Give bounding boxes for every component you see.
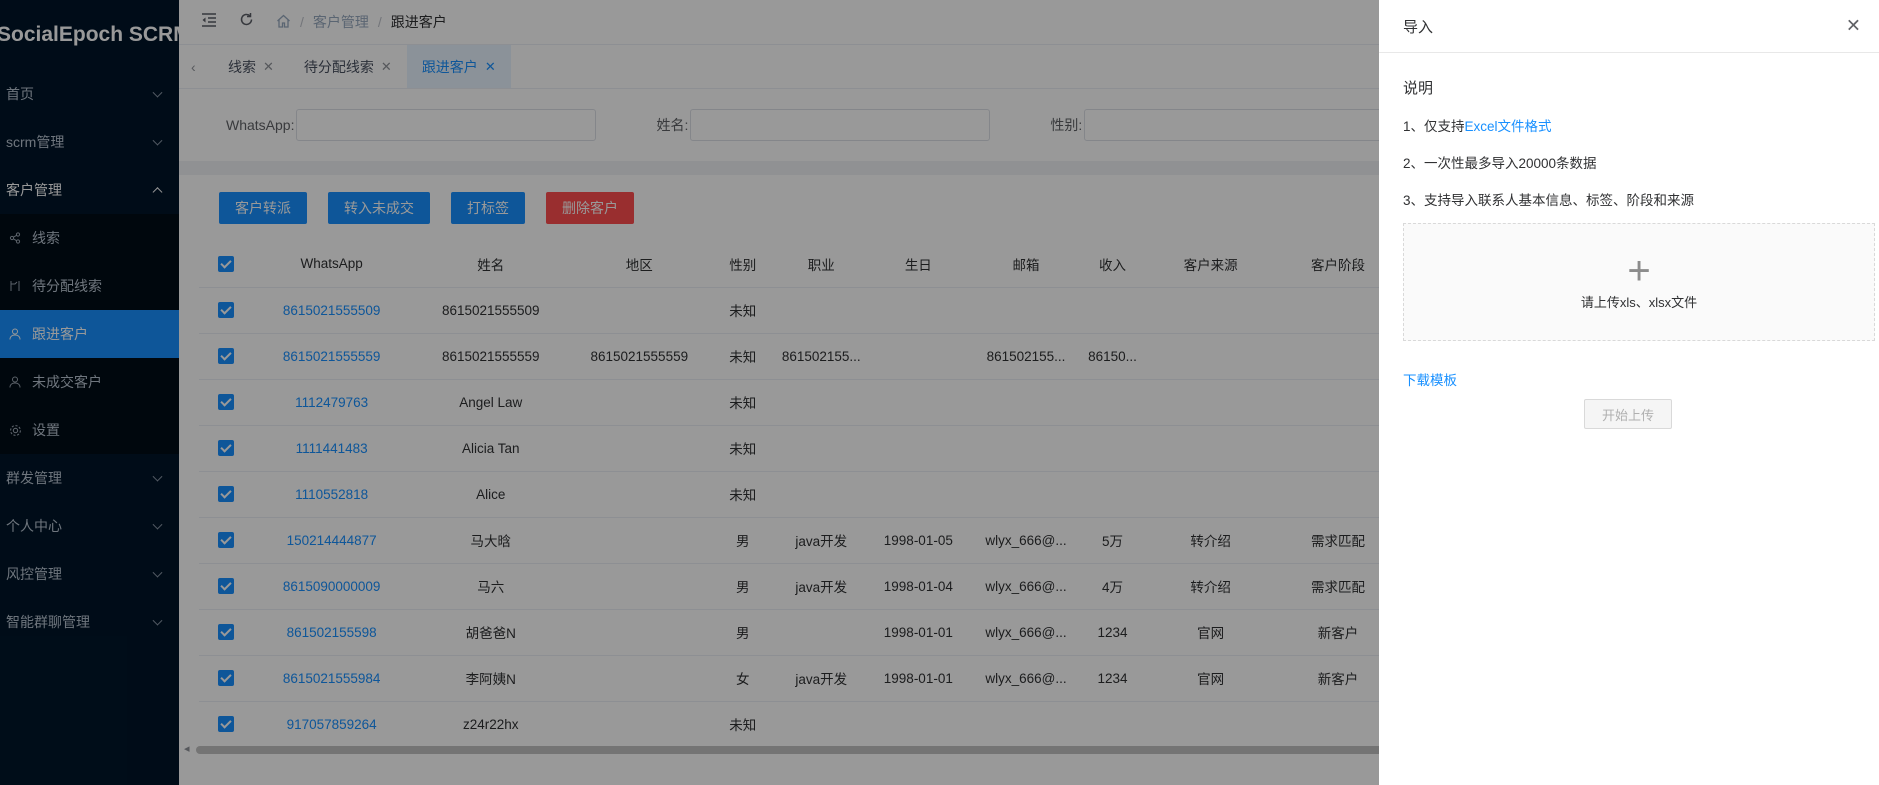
import-drawer: 导入 ✕ 说明 1、仅支持Excel文件格式 2、一次性最多导入20000条数据… xyxy=(1379,0,1879,785)
dropzone-text: 请上传xls、xlsx文件 xyxy=(1580,294,1698,310)
drawer-header: 导入 ✕ xyxy=(1379,0,1879,53)
instructions-heading: 说明 xyxy=(1403,80,1434,97)
instruction-line: 2、一次性最多导入20000条数据 xyxy=(1403,156,1597,171)
upload-dropzone[interactable]: + 请上传xls、xlsx文件 xyxy=(1403,223,1875,341)
plus-icon: + xyxy=(1627,248,1651,293)
download-template-link[interactable]: 下载模板 xyxy=(1403,369,1855,389)
instruction-line: 3、支持导入联系人基本信息、标签、阶段和来源 xyxy=(1403,193,1695,208)
excel-format-highlight: Excel文件格式 xyxy=(1464,119,1552,134)
instruction-text: 1、仅支持 xyxy=(1403,119,1465,134)
instruction-line: 1、仅支持Excel文件格式 xyxy=(1403,115,1855,135)
start-upload-button[interactable]: 开始上传 xyxy=(1584,399,1672,429)
drawer-body: 说明 1、仅支持Excel文件格式 2、一次性最多导入20000条数据 3、支持… xyxy=(1379,77,1879,429)
close-icon[interactable]: ✕ xyxy=(1846,16,1861,37)
modal-overlay[interactable] xyxy=(0,0,1379,785)
drawer-title: 导入 xyxy=(1403,18,1434,36)
